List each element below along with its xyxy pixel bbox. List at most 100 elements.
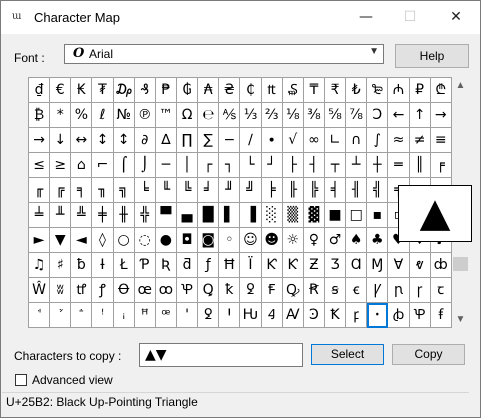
char-cell[interactable]: ◌ [134, 228, 156, 253]
char-cell[interactable]: ∆ [155, 128, 177, 153]
char-cell[interactable]: ꞏ [367, 303, 389, 328]
char-cell[interactable]: ╣ [367, 178, 389, 203]
char-cell[interactable]: ↕ [113, 128, 135, 153]
char-cell[interactable]: Ƙ [261, 253, 283, 278]
char-cell[interactable]: ≤ [29, 153, 51, 178]
char-cell[interactable]: ≠ [409, 128, 431, 153]
char-cell[interactable]: ℓ [92, 103, 114, 128]
char-cell[interactable]: ≥ [50, 153, 72, 178]
char-cell[interactable]: ■ [324, 203, 347, 228]
char-cell[interactable]: ₲ [176, 78, 199, 103]
char-cell[interactable]: ∕ [240, 128, 262, 153]
char-cell[interactable]: ♫ [29, 253, 51, 278]
char-cell[interactable]: € [50, 78, 72, 103]
char-cell[interactable]: ⅓ [240, 103, 262, 128]
characters-to-copy-input[interactable]: ▲▼ [139, 343, 303, 367]
help-button[interactable]: Help [395, 44, 469, 68]
char-cell[interactable]: ╧ [29, 203, 51, 228]
char-cell[interactable]: ∑ [198, 128, 220, 153]
char-cell[interactable]: Ħ [219, 253, 241, 278]
char-cell[interactable]: ┼ [367, 153, 389, 178]
char-cell[interactable]: ↓ [50, 128, 72, 153]
char-cell[interactable]: ₾ [430, 78, 452, 103]
scroll-down-icon[interactable]: ▼ [452, 311, 469, 328]
select-button[interactable]: Select [311, 344, 384, 365]
char-cell[interactable]: * [50, 103, 72, 128]
char-cell[interactable]: ╕ [71, 178, 93, 203]
char-cell[interactable]: ⅍ [219, 103, 241, 128]
char-cell[interactable]: ◘ [176, 228, 199, 253]
char-cell[interactable]: Ꝋ [113, 278, 135, 303]
char-cell[interactable]: ⌠ [113, 153, 135, 178]
char-cell[interactable]: ▌ [219, 203, 241, 228]
char-cell[interactable]: ≡ [430, 128, 452, 153]
font-dropdown[interactable]: O Arial ▼ [64, 44, 384, 64]
char-cell[interactable]: ◄ [71, 228, 93, 253]
char-cell[interactable]: ꜙ [71, 303, 93, 328]
char-cell[interactable]: œ [134, 278, 156, 303]
scroll-up-icon[interactable]: ▲ [452, 77, 469, 94]
char-cell[interactable]: ȸ [430, 253, 452, 278]
char-cell[interactable]: Ł [113, 253, 135, 278]
char-cell[interactable]: ╪ [92, 203, 114, 228]
char-cell[interactable]: ▐ [240, 203, 262, 228]
char-cell[interactable]: ↕ [92, 128, 114, 153]
char-cell[interactable]: ℗ [134, 103, 156, 128]
char-cell[interactable]: → [29, 128, 51, 153]
advanced-view-label[interactable]: Advanced view [32, 373, 113, 387]
char-cell[interactable]: ╗ [113, 178, 135, 203]
char-cell[interactable]: ≈ [388, 128, 410, 153]
char-cell[interactable]: ╙ [155, 178, 177, 203]
char-cell[interactable]: ₻ [367, 78, 389, 103]
char-cell[interactable]: ┐ [219, 153, 241, 178]
char-cell[interactable]: ⅛ [282, 103, 304, 128]
char-cell[interactable]: → [430, 103, 452, 128]
char-cell[interactable]: └ [240, 153, 262, 178]
scrollbar-thumb[interactable] [453, 257, 468, 271]
char-cell[interactable]: ▒ [282, 203, 304, 228]
char-cell[interactable]: ∫ [367, 128, 389, 153]
char-cell[interactable]: ┤ [303, 153, 325, 178]
minimize-button[interactable]: — [343, 1, 389, 34]
char-cell[interactable]: ╔ [50, 178, 72, 203]
char-cell[interactable]: ⱴ [409, 253, 431, 278]
char-cell[interactable]: │ [176, 153, 199, 178]
char-cell[interactable]: Ꝕ [176, 278, 199, 303]
char-cell[interactable]: Ꝩ [367, 278, 389, 303]
char-cell[interactable]: Ꝗ [198, 278, 220, 303]
char-cell[interactable]: ╞ [261, 178, 283, 203]
char-cell[interactable]: ∟ [324, 128, 347, 153]
char-cell[interactable]: ┘ [261, 153, 283, 178]
char-cell[interactable]: ╘ [134, 178, 156, 203]
char-cell[interactable]: ₿ [29, 103, 51, 128]
char-cell[interactable]: ← [388, 103, 410, 128]
char-cell[interactable]: ₵ [240, 78, 262, 103]
char-cell[interactable]: ♣ [367, 228, 389, 253]
char-cell[interactable]: ☼ [282, 228, 304, 253]
char-cell[interactable]: ● [155, 228, 177, 253]
char-cell[interactable]: ꝏ [155, 278, 177, 303]
char-cell[interactable]: ╚ [176, 178, 199, 203]
char-cell[interactable]: ▓ [303, 203, 325, 228]
char-cell[interactable]: ꝁ [219, 278, 241, 303]
char-cell[interactable]: ℮ [198, 103, 220, 128]
char-cell[interactable]: ₼ [388, 78, 410, 103]
char-cell[interactable]: ╓ [29, 178, 51, 203]
char-cell[interactable]: ⅔ [261, 103, 283, 128]
char-cell[interactable]: ꝷ [71, 278, 93, 303]
char-cell[interactable]: ╢ [346, 178, 368, 203]
char-cell[interactable]: ⌐ [92, 153, 114, 178]
char-cell[interactable]: ╫ [113, 203, 135, 228]
char-cell[interactable]: ► [29, 228, 51, 253]
char-cell[interactable]: ₫ [29, 78, 51, 103]
char-cell[interactable]: █ [198, 203, 220, 228]
char-cell[interactable]: ▀ [155, 203, 177, 228]
char-cell[interactable]: ₴ [219, 78, 241, 103]
char-cell[interactable]: Ƙ [282, 253, 304, 278]
char-cell[interactable]: Ꝙ [282, 278, 304, 303]
char-cell[interactable]: ☻ [261, 228, 283, 253]
char-cell[interactable]: № [113, 103, 135, 128]
char-cell[interactable]: ╝ [240, 178, 262, 203]
char-cell[interactable]: ─ [155, 153, 177, 178]
char-cell[interactable]: ├ [282, 153, 304, 178]
